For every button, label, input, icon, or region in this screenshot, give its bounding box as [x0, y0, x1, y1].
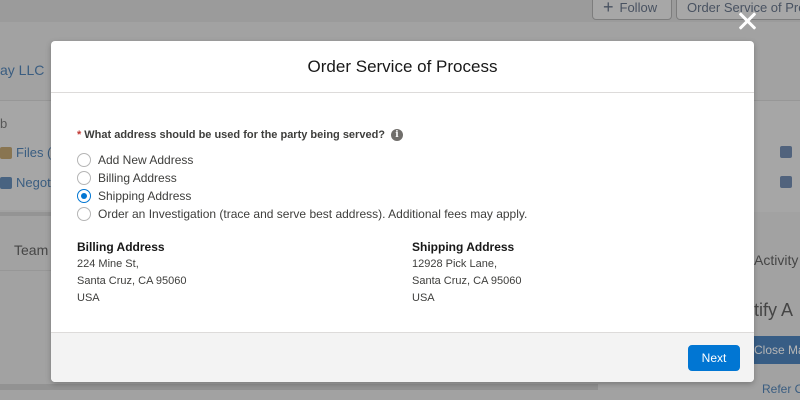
- info-icon[interactable]: i: [391, 129, 404, 141]
- radio-option-shipping-address[interactable]: Shipping Address: [77, 187, 728, 205]
- billing-address-title: Billing Address: [77, 240, 165, 254]
- radio-option-billing-address[interactable]: Billing Address: [77, 169, 728, 187]
- radio-button[interactable]: [77, 153, 91, 167]
- modal-body: * What address should be used for the pa…: [51, 93, 754, 332]
- next-button[interactable]: Next: [688, 345, 740, 371]
- radio-button[interactable]: [77, 171, 91, 185]
- shipping-address-line1: 12928 Pick Lane,: [412, 258, 498, 270]
- billing-address-line1: 224 Mine St,: [77, 258, 139, 270]
- address-question: * What address should be used for the pa…: [77, 129, 728, 141]
- billing-address-block: Billing Address 224 Mine St, Santa Cruz,…: [77, 239, 186, 307]
- radio-label: Billing Address: [98, 171, 177, 185]
- shipping-address-line3: USA: [412, 292, 435, 304]
- radio-button[interactable]: [77, 207, 91, 221]
- radio-label: Add New Address: [98, 153, 194, 167]
- shipping-address-line2: Santa Cruz, CA 95060: [412, 275, 522, 287]
- radio-option-order-investigation[interactable]: Order an Investigation (trace and serve …: [77, 205, 728, 223]
- question-label: What address should be used for the part…: [84, 129, 386, 141]
- modal-header: Order Service of Process: [51, 41, 754, 93]
- shipping-address-block: Shipping Address 12928 Pick Lane, Santa …: [412, 239, 521, 307]
- modal-footer: Next: [51, 332, 754, 382]
- radio-label: Order an Investigation (trace and serve …: [98, 207, 528, 221]
- radio-option-add-new-address[interactable]: Add New Address: [77, 151, 728, 169]
- radio-label: Shipping Address: [98, 189, 192, 203]
- billing-address-line3: USA: [77, 292, 100, 304]
- required-marker: *: [77, 129, 82, 141]
- radio-button-selected[interactable]: [77, 189, 91, 203]
- billing-address-line2: Santa Cruz, CA 95060: [77, 275, 187, 287]
- address-radio-group: Add New Address Billing Address Shipping…: [77, 151, 728, 223]
- shipping-address-title: Shipping Address: [412, 240, 515, 254]
- order-service-modal: Order Service of Process * What address …: [51, 41, 754, 382]
- modal-title: Order Service of Process: [307, 56, 498, 76]
- close-icon[interactable]: [735, 9, 759, 33]
